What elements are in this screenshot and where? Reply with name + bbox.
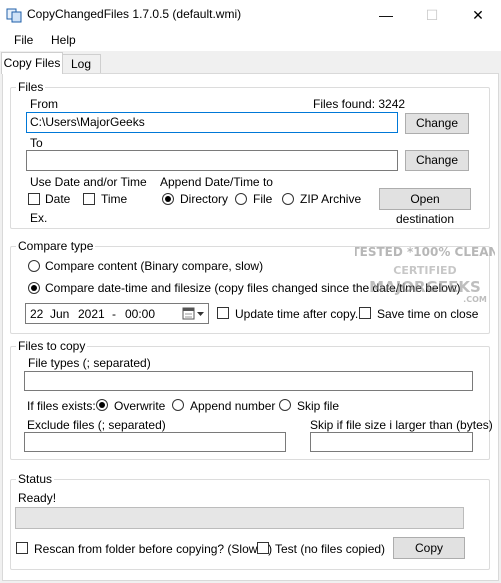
test-checkbox[interactable] xyxy=(257,542,269,554)
skip-file-radio[interactable] xyxy=(279,399,291,411)
skip-size-label: Skip if file size i larger than (bytes) xyxy=(310,418,493,432)
svg-text:TESTED *100% CLEAN: TESTED *100% CLEAN xyxy=(355,245,495,259)
exclude-files-label: Exclude files (; separated) xyxy=(27,418,166,432)
compare-datetime-radio[interactable] xyxy=(28,282,40,294)
append-zip-label: ZIP Archive xyxy=(300,192,362,206)
skip-file-label: Skip file xyxy=(297,399,340,413)
time-checkbox[interactable] xyxy=(83,193,95,205)
files-found: Files found: 3242 xyxy=(313,97,406,111)
close-button[interactable]: ✕ xyxy=(455,0,501,30)
from-label: From xyxy=(30,97,58,111)
append-number-label: Append number xyxy=(190,399,276,413)
use-date-label: Use Date and/or Time xyxy=(30,175,147,189)
skip-size-input[interactable] xyxy=(310,432,473,452)
test-label: Test (no files copied) xyxy=(275,542,386,556)
from-input[interactable]: C:\Users\MajorGeeks xyxy=(26,112,398,133)
window-title: CopyChangedFiles 1.7.0.5 (default.wmi) xyxy=(27,7,242,21)
overwrite-radio[interactable] xyxy=(96,399,108,411)
calendar-dropdown-icon[interactable] xyxy=(182,307,206,321)
date-month[interactable]: Jun xyxy=(50,307,69,321)
status-group-label: Status xyxy=(16,472,55,486)
update-time-checkbox[interactable] xyxy=(217,307,229,319)
append-file-label: File xyxy=(253,192,273,206)
update-time-label: Update time after copy. xyxy=(235,307,359,321)
menu-file[interactable]: File xyxy=(14,33,33,47)
date-checkbox[interactable] xyxy=(28,193,40,205)
date-year[interactable]: 2021 xyxy=(78,307,105,321)
maximize-button[interactable]: ☐ xyxy=(409,0,455,30)
compare-content-radio[interactable] xyxy=(28,260,40,272)
append-zip-radio[interactable] xyxy=(282,193,294,205)
overwrite-label: Overwrite xyxy=(114,399,166,413)
from-change-button[interactable]: Change xyxy=(405,113,469,134)
to-label: To xyxy=(30,136,43,150)
open-destination-button[interactable]: Open destination xyxy=(379,188,471,226)
svg-text:MAJORGEEKS: MAJORGEEKS xyxy=(369,278,481,296)
tab-copy-files[interactable]: Copy Files xyxy=(1,52,63,74)
rescan-label: Rescan from folder before copying? (Slow… xyxy=(34,542,273,556)
files-to-copy-group-label: Files to copy xyxy=(16,339,88,353)
svg-text:.COM: .COM xyxy=(463,295,487,304)
svg-text:CERTIFIED: CERTIFIED xyxy=(393,264,456,277)
date-day[interactable]: 22 xyxy=(30,307,43,321)
exclude-files-input[interactable] xyxy=(24,432,286,452)
progress-bar xyxy=(15,507,464,529)
append-directory-radio[interactable] xyxy=(162,193,174,205)
example-label: Ex. xyxy=(30,211,48,225)
date-separator: - xyxy=(112,307,116,321)
files-group-label: Files xyxy=(16,80,46,94)
append-label: Append Date/Time to xyxy=(160,175,273,189)
append-number-radio[interactable] xyxy=(172,399,184,411)
to-change-button[interactable]: Change xyxy=(405,150,469,171)
copy-button[interactable]: Copy xyxy=(393,537,465,559)
app-icon xyxy=(6,8,22,23)
time-label: Time xyxy=(101,192,128,206)
append-directory-label: Directory xyxy=(180,192,229,206)
date-time[interactable]: 00:00 xyxy=(125,307,155,321)
minimize-button[interactable]: — xyxy=(363,0,409,30)
to-input[interactable] xyxy=(26,150,398,171)
tab-log[interactable]: Log xyxy=(61,54,101,74)
if-exists-label: If files exists: xyxy=(27,399,96,413)
status-text: Ready! xyxy=(18,491,57,505)
date-label: Date xyxy=(45,192,71,206)
rescan-checkbox[interactable] xyxy=(16,542,28,554)
compare-content-label: Compare content (Binary compare, slow) xyxy=(45,259,264,273)
menu-help[interactable]: Help xyxy=(51,33,76,47)
file-types-label: File types (; separated) xyxy=(28,356,151,370)
append-file-radio[interactable] xyxy=(235,193,247,205)
majorgeeks-watermark-logo: TESTED *100% CLEAN CERTIFIED MAJORGEEKS … xyxy=(355,245,495,304)
compare-group-label: Compare type xyxy=(16,239,96,253)
file-types-input[interactable] xyxy=(24,371,473,391)
